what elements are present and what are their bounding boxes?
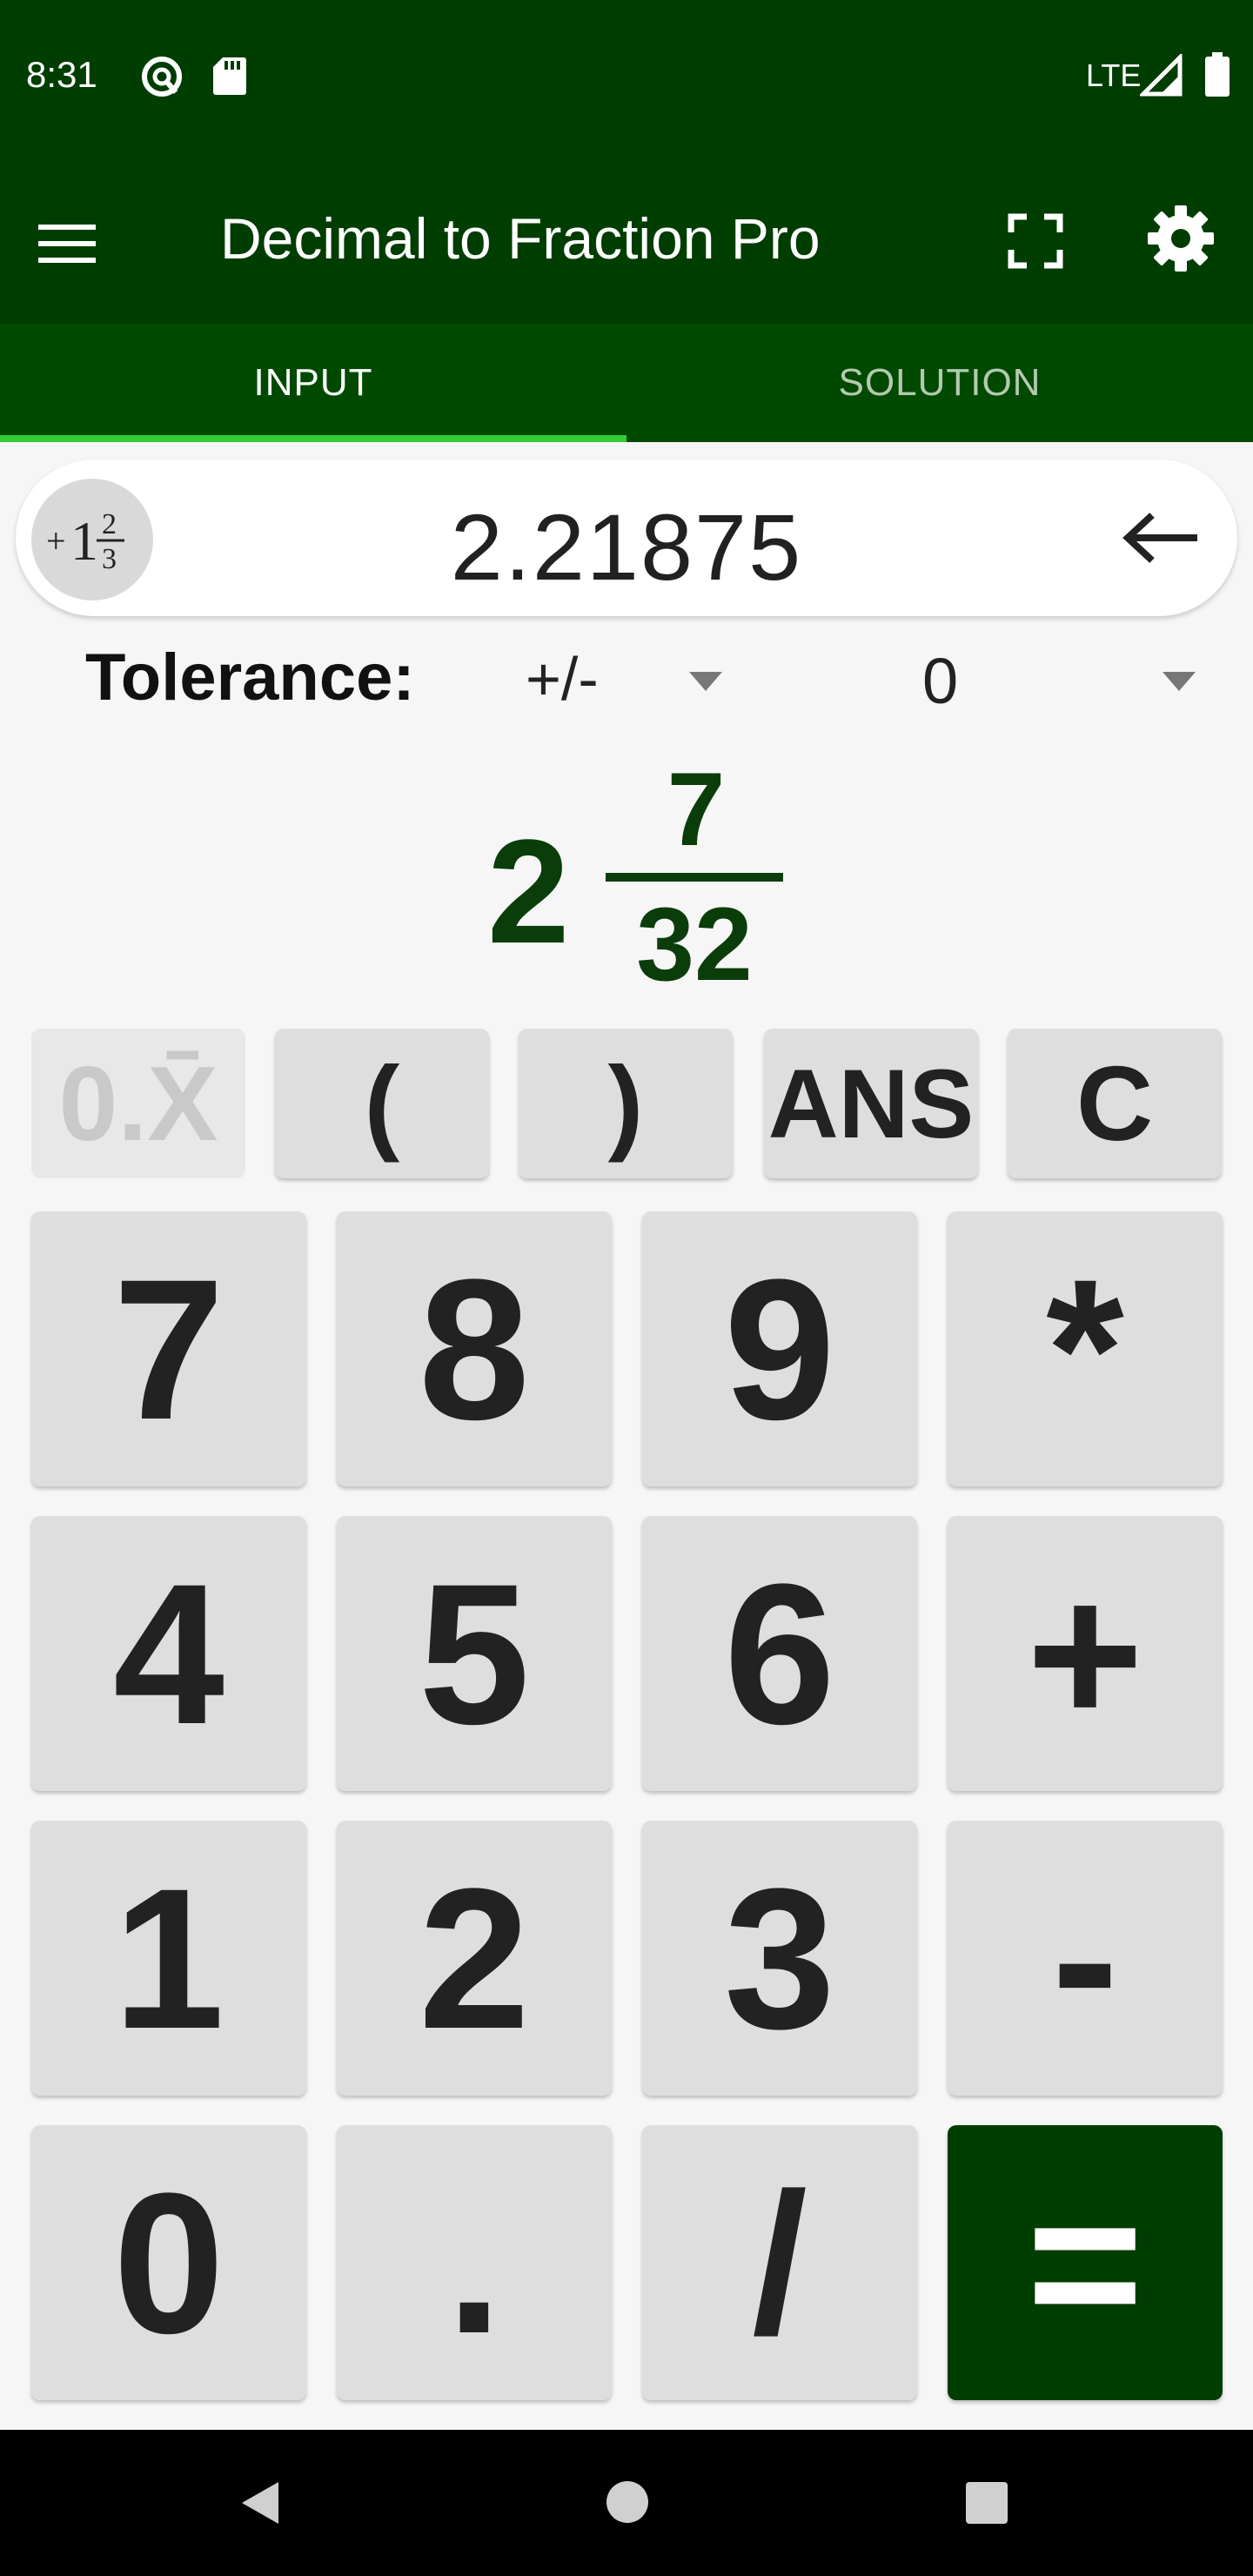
tab-solution[interactable]: SOLUTION <box>626 324 1253 442</box>
tolerance-label: Tolerance: <box>85 641 415 714</box>
result-denominator: 32 <box>636 886 753 1003</box>
open-paren-key[interactable]: ( <box>275 1029 489 1178</box>
digit-6-key[interactable]: 6 <box>642 1516 917 1791</box>
settings-gear-icon[interactable] <box>1145 203 1216 274</box>
multiply-key[interactable]: * <box>948 1211 1223 1486</box>
close-paren-key[interactable]: ) <box>519 1029 733 1178</box>
battery-icon <box>1205 52 1230 97</box>
app-title: Decimal to Fraction Pro <box>220 206 821 271</box>
fullscreen-icon[interactable] <box>1001 206 1070 276</box>
digit-5-key[interactable]: 5 <box>337 1516 612 1791</box>
backspace-arrow-icon[interactable] <box>1117 503 1204 573</box>
signal-icon <box>1140 54 1183 97</box>
decimal-input-value[interactable]: 2.21875 <box>16 493 1237 601</box>
clear-key[interactable]: C <box>1008 1029 1222 1178</box>
digit-8-key[interactable]: 8 <box>337 1211 612 1486</box>
result-whole-number: 2 <box>487 809 570 975</box>
subtract-key[interactable]: - <box>948 1821 1223 2096</box>
digit-4-key[interactable]: 4 <box>31 1516 306 1791</box>
digit-7-key[interactable]: 7 <box>31 1211 306 1486</box>
digit-0-key[interactable]: 0 <box>31 2125 306 2400</box>
ans-key[interactable]: ANS <box>764 1029 978 1178</box>
add-key[interactable]: + <box>948 1516 1223 1791</box>
digit-3-key[interactable]: 3 <box>642 1821 917 2096</box>
fraction-result: 2 7 32 <box>487 757 783 1001</box>
app-root: 8:31 LTE Decimal to Fraction Pro INPUT S… <box>0 0 1253 2576</box>
recent-apps-square-icon[interactable] <box>964 2480 1009 2526</box>
digit-1-key[interactable]: 1 <box>31 1821 306 2096</box>
status-time: 8:31 <box>26 54 97 95</box>
digit-9-key[interactable]: 9 <box>642 1211 917 1486</box>
decimal-point-key[interactable]: . <box>337 2125 612 2400</box>
equals-key[interactable]: = <box>948 2125 1223 2400</box>
tolerance-mode-select[interactable]: +/- <box>526 644 599 714</box>
tab-input[interactable]: INPUT <box>0 324 626 442</box>
at-sign-icon <box>142 57 182 97</box>
input-bar: + 1 2 3 2.21875 <box>16 460 1237 616</box>
home-circle-icon[interactable] <box>604 2479 651 2526</box>
result-numerator: 7 <box>667 751 726 868</box>
menu-button[interactable] <box>38 205 134 283</box>
dropdown-arrow-icon[interactable] <box>1163 672 1196 691</box>
app-bar: Decimal to Fraction Pro <box>0 152 1253 324</box>
dropdown-arrow-icon[interactable] <box>689 672 722 691</box>
status-bar: 8:31 LTE <box>0 0 1253 152</box>
fraction-bar <box>606 873 783 882</box>
back-triangle-icon[interactable] <box>235 2477 287 2529</box>
hamburger-menu-icon <box>38 225 96 263</box>
repeating-decimal-key[interactable]: 0.X̄ <box>31 1029 245 1178</box>
digit-2-key[interactable]: 2 <box>337 1821 612 2096</box>
tolerance-value-select[interactable]: 0 <box>922 644 958 718</box>
divide-key[interactable]: / <box>642 2125 917 2400</box>
tab-bar: INPUT SOLUTION <box>0 324 1253 442</box>
sd-card-icon <box>213 57 246 95</box>
system-nav-bar <box>0 2430 1253 2576</box>
network-type: LTE <box>1086 57 1142 93</box>
